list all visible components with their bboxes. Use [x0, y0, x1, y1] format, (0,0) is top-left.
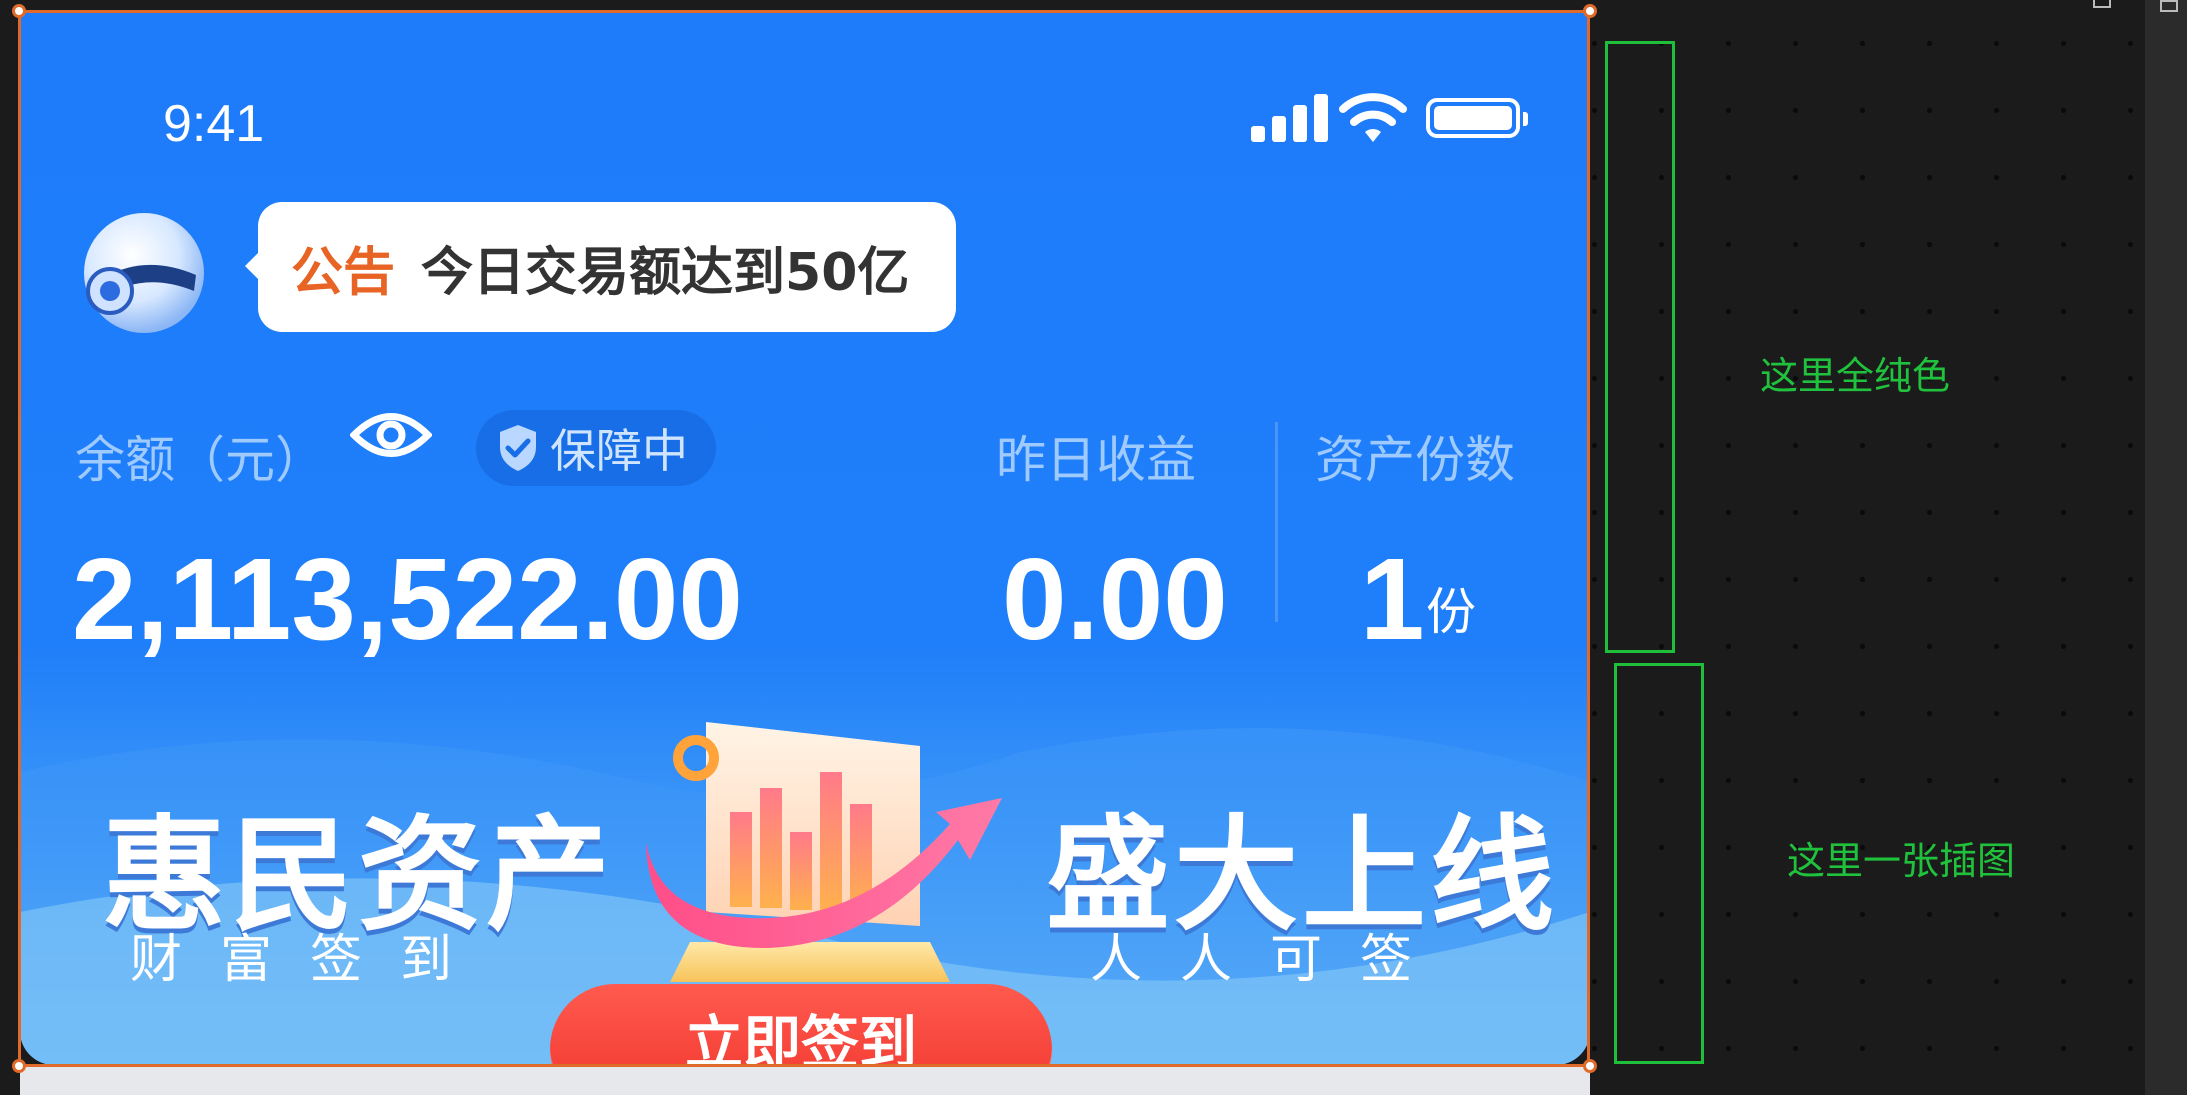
- protection-badge[interactable]: 保障中: [476, 410, 716, 486]
- annotation-illustration: 这里一张插图: [1787, 839, 2016, 883]
- resize-handle[interactable]: [12, 4, 26, 18]
- phone-screen: 9:41 公告 今日交易额达到50亿 余额（元） 保障中 昨日收益 资产份数 2…: [20, 12, 1590, 1065]
- right-panel-strip: [2145, 0, 2187, 1095]
- sign-in-now-label: 立即签到: [684, 1009, 917, 1065]
- stats-divider: [1275, 422, 1278, 622]
- shield-check-icon: [500, 425, 536, 471]
- banner-right-subtitle: 人人可签: [1090, 930, 1451, 990]
- annotation-box-solid-color: [1605, 41, 1675, 653]
- battery-icon: [1426, 98, 1528, 138]
- yesterday-earnings-label: 昨日收益: [996, 431, 1196, 489]
- resize-handle[interactable]: [1583, 4, 1597, 18]
- protection-badge-label: 保障中: [550, 424, 688, 478]
- asset-count-value: 1: [1360, 534, 1425, 664]
- chart-arrow-illustration: [646, 722, 1002, 982]
- status-time: 9:41: [163, 95, 265, 153]
- restore-icon[interactable]: [2160, 0, 2178, 12]
- balance-label: 余额（元）: [75, 431, 325, 489]
- announcement-text: 今日交易额达到50亿: [421, 242, 910, 303]
- eye-icon[interactable]: [350, 404, 432, 466]
- annotation-solid-color: 这里全纯色: [1760, 354, 1951, 398]
- banner-left-subtitle: 财富签到: [130, 930, 491, 990]
- announcement-tag: 公告: [291, 242, 396, 303]
- minimize-icon[interactable]: [2093, 0, 2111, 8]
- bottom-background: [20, 1067, 1590, 1095]
- signal-icon: [1251, 92, 1341, 142]
- resize-handle[interactable]: [12, 1059, 26, 1073]
- resize-handle[interactable]: [1583, 1059, 1597, 1073]
- balance-amount: 2,113,522.00: [72, 534, 743, 664]
- mascot-robot-icon: [84, 213, 204, 333]
- sign-in-now-button[interactable]: 立即签到: [550, 984, 1052, 1065]
- asset-count-unit: 份: [1426, 583, 1476, 641]
- wifi-icon: [1339, 93, 1407, 142]
- asset-count-label: 资产份数: [1315, 431, 1515, 489]
- announcement-bubble[interactable]: 公告 今日交易额达到50亿: [245, 202, 956, 332]
- yesterday-earnings-value: 0.00: [1002, 534, 1228, 664]
- annotation-box-illustration: [1614, 663, 1704, 1064]
